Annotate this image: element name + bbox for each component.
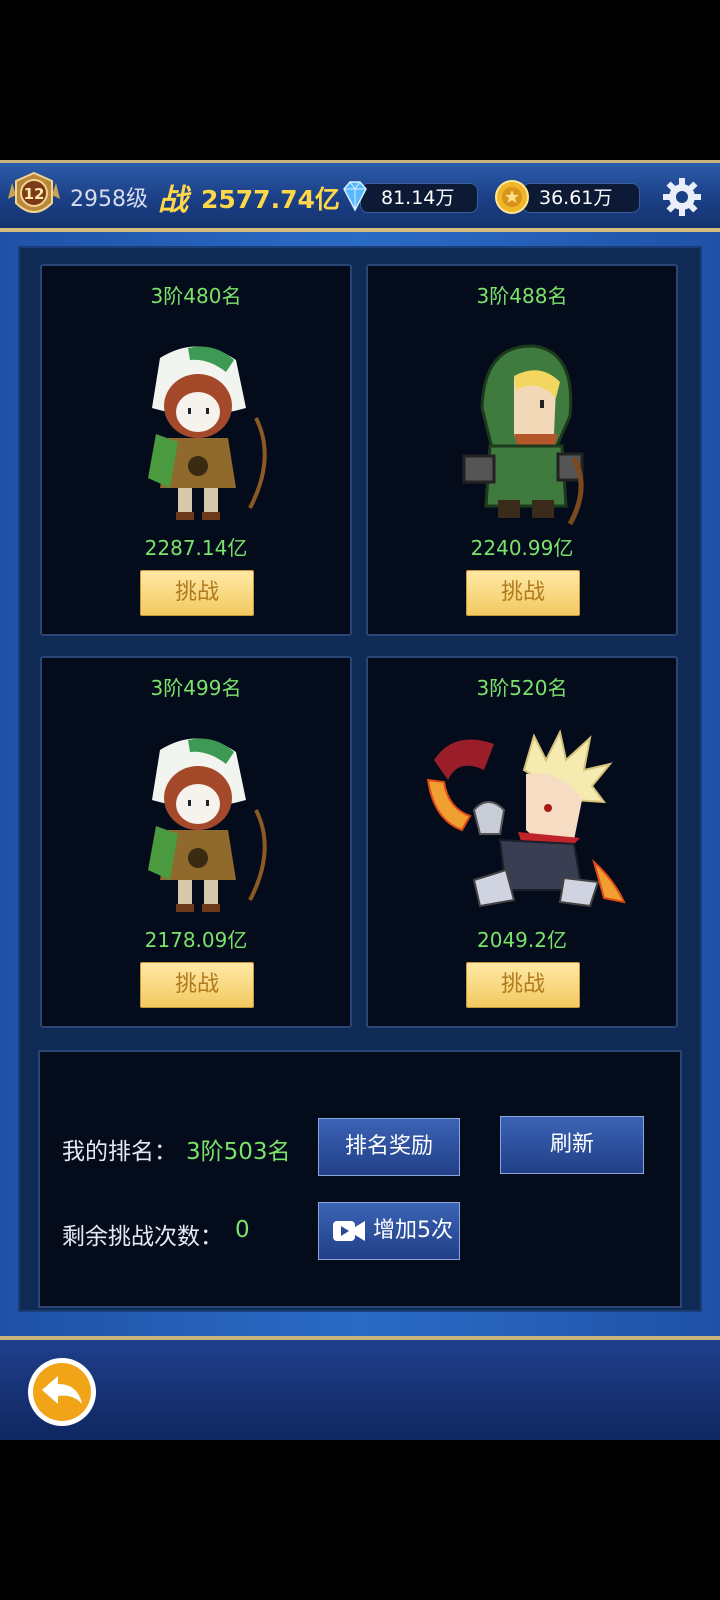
opponent-power: 2240.99亿 — [470, 536, 574, 560]
green-hood-archer-girl-icon — [148, 738, 267, 912]
level-badge-icon[interactable]: 12 — [6, 169, 62, 225]
opponent-power: 2287.14亿 — [144, 536, 248, 560]
opponent-rank: 3阶480名 — [150, 284, 242, 308]
opponent-rank: 3阶499名 — [150, 676, 242, 700]
diamond-counter[interactable]: 81.14万 — [360, 183, 478, 213]
opponent-card-2: 3阶488名 2240.99亿 挑战 — [366, 264, 678, 636]
refresh-button[interactable]: 刷新 — [500, 1116, 644, 1174]
top-status-bar: 12 2958级 战 2577.74亿 81.14万 36.61万 — [0, 160, 720, 232]
challenge-button[interactable]: 挑战 — [140, 570, 254, 616]
opponent-rank: 3阶488名 — [476, 284, 568, 308]
add-challenges-button[interactable]: 增加5次 — [318, 1202, 460, 1260]
gold-coin-icon — [495, 180, 529, 214]
opponent-rank: 3阶520名 — [476, 676, 568, 700]
remaining-challenges-label: 剩余挑战次数： — [62, 1224, 223, 1250]
remaining-challenges-value: 0 — [235, 1217, 250, 1243]
diamond-icon — [343, 181, 367, 212]
spiky-hair-blade-warrior-icon — [426, 730, 626, 908]
opponent-card-1: 3阶480名 2287.14亿 挑战 — [40, 264, 352, 636]
back-arrow-icon[interactable] — [26, 1356, 98, 1428]
add-challenges-label: 增加5次 — [373, 1218, 453, 1243]
battle-power-value: 2577.74亿 — [201, 185, 340, 214]
challenge-button[interactable]: 挑战 — [140, 962, 254, 1008]
hooded-ranger-boy-icon — [462, 344, 584, 526]
challenge-button[interactable]: 挑战 — [466, 570, 580, 616]
player-level: 2958级 — [70, 187, 148, 212]
settings-gear-icon[interactable] — [660, 175, 704, 219]
opponent-power: 2049.2亿 — [477, 928, 567, 952]
diamond-amount: 81.14万 — [381, 187, 455, 209]
bottom-nav-bar — [0, 1336, 720, 1440]
battle-power-label: 战 — [158, 183, 188, 218]
my-rank-value: 3阶503名 — [186, 1139, 291, 1165]
green-hood-archer-girl-icon — [148, 346, 267, 520]
rank-reward-button[interactable]: 排名奖励 — [318, 1118, 460, 1176]
my-rank-label: 我的排名： — [62, 1139, 177, 1165]
svg-text:12: 12 — [24, 185, 45, 203]
gold-counter[interactable]: 36.61万 — [522, 183, 640, 213]
opponent-power: 2178.09亿 — [144, 928, 248, 952]
challenge-button[interactable]: 挑战 — [466, 962, 580, 1008]
my-rank-panel — [38, 1050, 682, 1308]
gold-amount: 36.61万 — [539, 187, 613, 209]
video-camera-icon — [333, 1221, 365, 1241]
opponent-card-4: 3阶520名 2049.2亿 挑战 — [366, 656, 678, 1028]
opponent-card-3: 3阶499名 2178.09亿 挑战 — [40, 656, 352, 1028]
